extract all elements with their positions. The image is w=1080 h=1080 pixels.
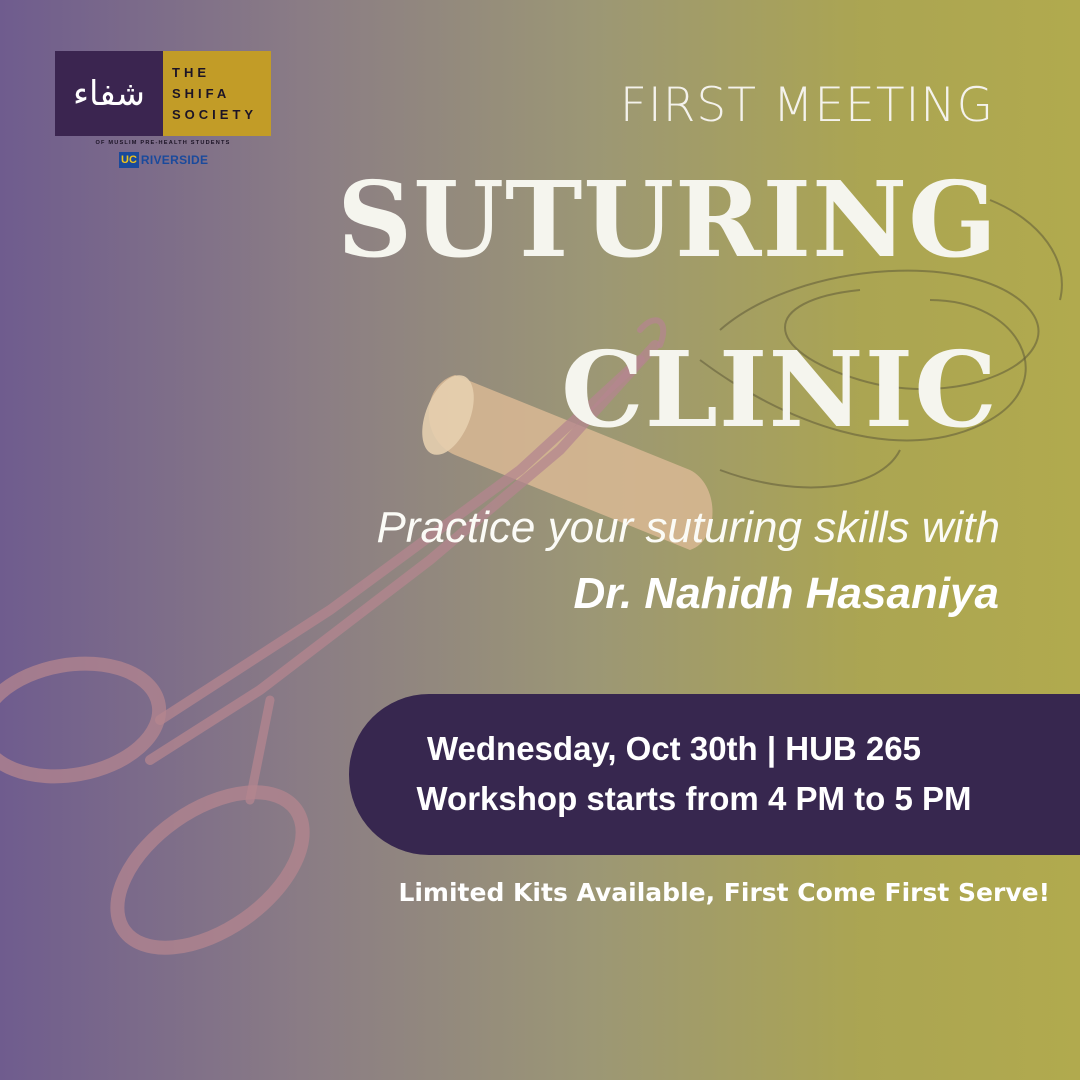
logo-subtitle: OF MUSLIM PRE-HEALTH STUDENTS — [95, 140, 231, 146]
logo-mark: شفاء THE SHIFA SOCIETY — [55, 51, 271, 136]
event-title-line-1: SUTURING — [337, 158, 998, 281]
event-date-location: Wednesday, Oct 30th | HUB 265 — [426, 730, 921, 767]
event-kicker: FIRST MEETING — [619, 78, 994, 133]
event-title-line-2: CLINIC — [560, 328, 998, 451]
ucr-logo: UC RIVERSIDE — [119, 152, 209, 168]
presenter-name: Dr. Nahidh Hasaniya — [573, 569, 999, 618]
event-details-banner: Wednesday, Oct 30th | HUB 265 Workshop s… — [349, 694, 1080, 855]
event-tagline: Practice your suturing skills with — [376, 503, 1000, 552]
logo-name-line-2: SHIFA — [172, 86, 231, 101]
event-poster: شفاء THE SHIFA SOCIETY OF MUSLIM PRE-HEA… — [0, 0, 1080, 1080]
logo-arabic-text: شفاء — [55, 51, 163, 136]
availability-note: Limited Kits Available, First Come First… — [398, 878, 1050, 907]
event-time: Workshop starts from 4 PM to 5 PM — [416, 780, 972, 817]
shifa-society-logo: شفاء THE SHIFA SOCIETY OF MUSLIM PRE-HEA… — [55, 51, 271, 168]
logo-name-line-3: SOCIETY — [172, 107, 258, 122]
ucr-badge: UC — [119, 152, 139, 168]
ucr-wordmark: RIVERSIDE — [140, 153, 209, 167]
logo-name-line-1: THE — [172, 65, 210, 80]
logo-name-block: THE SHIFA SOCIETY — [163, 51, 271, 136]
